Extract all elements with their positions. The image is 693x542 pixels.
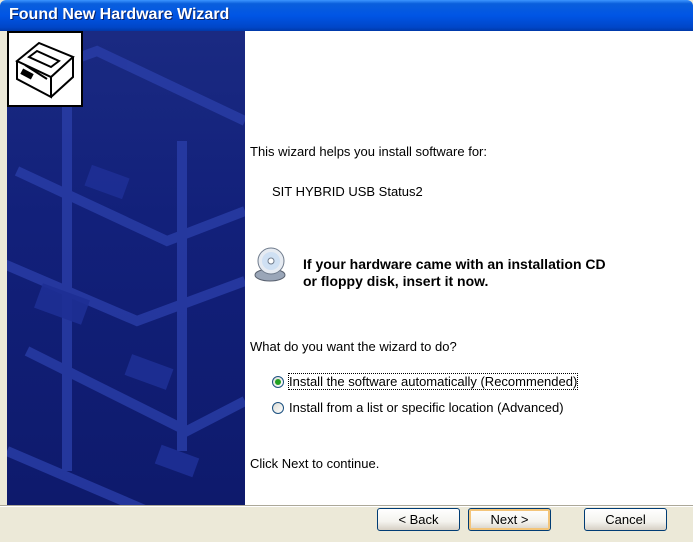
cd-prompt-line2: or floppy disk, insert it now. — [303, 273, 489, 289]
wizard-content: This wizard helps you install software f… — [7, 31, 693, 505]
cancel-button[interactable]: Cancel — [584, 508, 667, 531]
question-text: What do you want the wizard to do? — [250, 339, 457, 354]
option-install-from-list[interactable]: Install from a list or specific location… — [272, 400, 564, 415]
next-button[interactable]: Next > — [468, 508, 551, 531]
window-title: Found New Hardware Wizard — [9, 6, 230, 23]
cd-prompt-line1: If your hardware came with an installati… — [303, 256, 606, 272]
footer-divider — [0, 505, 693, 507]
cd-prompt: If your hardware came with an installati… — [303, 256, 606, 290]
option-label-from-list[interactable]: Install from a list or specific location… — [289, 400, 564, 415]
radio-install-from-list[interactable] — [272, 401, 284, 414]
title-bar[interactable]: Found New Hardware Wizard — [0, 0, 693, 31]
hardware-icon — [7, 31, 83, 107]
cd-drive-icon — [254, 247, 286, 282]
radio-install-automatically[interactable] — [272, 375, 284, 388]
back-button[interactable]: < Back — [377, 508, 460, 531]
device-name: SIT HYBRID USB Status2 — [272, 184, 423, 199]
option-install-automatically[interactable]: Install the software automatically (Reco… — [272, 373, 579, 390]
radio-selected-dot — [275, 378, 281, 385]
option-label-automatic[interactable]: Install the software automatically (Reco… — [287, 373, 579, 390]
wizard-side-banner — [7, 31, 245, 505]
intro-text: This wizard helps you install software f… — [250, 144, 487, 159]
next-hint: Click Next to continue. — [250, 456, 380, 471]
